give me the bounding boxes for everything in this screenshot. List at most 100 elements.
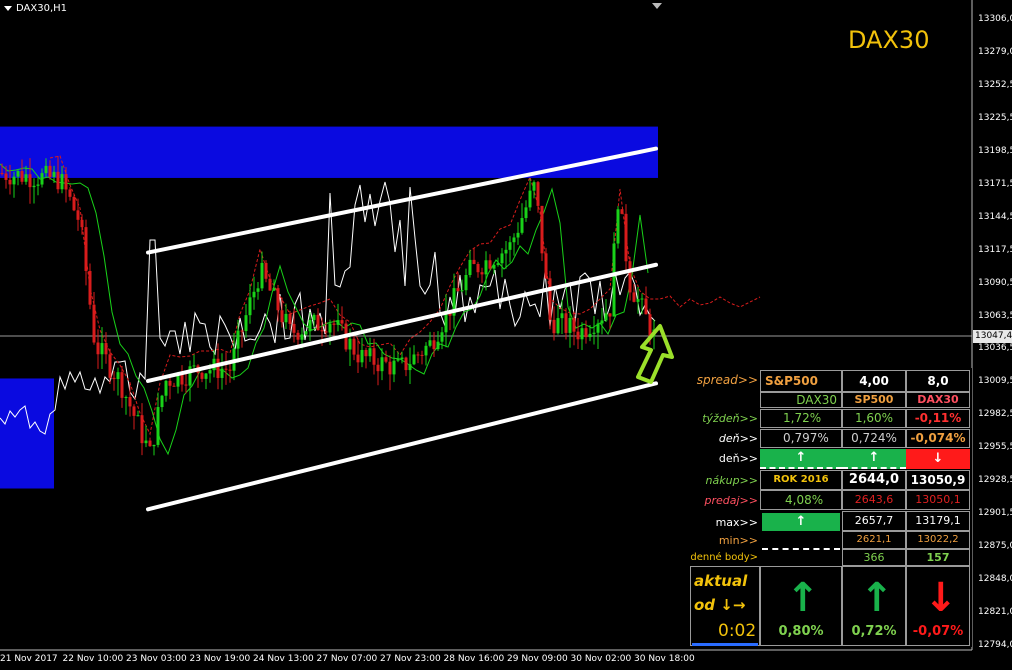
candle-body [56, 171, 60, 190]
candle-body [608, 313, 612, 317]
candle-body [268, 278, 272, 291]
candle-body [96, 342, 100, 355]
price-tick: 12821,0 [978, 607, 1012, 618]
candle-body [388, 361, 392, 375]
candle-body [128, 397, 132, 407]
candle-body [400, 357, 404, 360]
candle-body [4, 173, 8, 180]
info-panel: spread>> S&P500 4,00 8,0 DAX30 SP500 DAX… [690, 368, 972, 647]
col3-title: DAX30 [906, 392, 970, 408]
price-tick: 13225,5 [978, 112, 1012, 123]
candle-body [80, 219, 84, 228]
candle-body [616, 209, 620, 244]
candle-body [0, 173, 4, 175]
candle-body [300, 334, 304, 340]
arrow-up-icon: ↑ [786, 575, 820, 621]
candle-body [236, 330, 240, 349]
candle-body [164, 380, 168, 396]
candle-body [508, 242, 512, 250]
candle-body [320, 330, 324, 332]
col2-title: SP500 [842, 392, 906, 408]
day-dir-col2: ↑ [842, 449, 906, 469]
candle-body [244, 315, 248, 332]
candle-body [172, 385, 176, 387]
price-axis[interactable]: 13306,0 13279,0 13252,5 13225,5 13198,5 13171… [972, 0, 1012, 650]
sell-col1: 4,08% [760, 490, 842, 510]
price-tick: 13306,0 [978, 14, 1012, 24]
candle-body [464, 275, 468, 291]
day-pct-col1: 0,797% [760, 429, 842, 448]
price-tick: 12928,5 [978, 475, 1012, 486]
candle-body [584, 328, 588, 338]
max-label: max>> [715, 516, 758, 529]
price-tick: 13279,0 [978, 46, 1012, 57]
min-col3: 13022,2 [906, 531, 970, 549]
candle-body [104, 343, 108, 355]
candle-body [620, 209, 624, 214]
candle-body [140, 415, 144, 444]
candle-body [352, 338, 356, 355]
arrow-down-icon: ↓ [924, 575, 958, 621]
candle-body [532, 182, 536, 191]
candle-body [192, 365, 196, 367]
candle-body [312, 314, 316, 320]
candle-body [572, 317, 576, 332]
candle-body [316, 314, 320, 331]
candle-body [88, 270, 92, 305]
week-col3: -0,11% [906, 409, 970, 428]
candle-body [332, 323, 336, 325]
candle-body [240, 330, 244, 332]
current-price-tag: 13047,4 [973, 330, 1012, 343]
candle-body [484, 260, 488, 275]
price-tick: 13171,5 [978, 178, 1012, 189]
candle-body [396, 359, 400, 361]
time-tick: 27 Nov 23:00 [380, 654, 441, 664]
candle-body [644, 298, 648, 315]
candle-body [52, 171, 56, 177]
candle-body [548, 278, 552, 320]
max-col3: 13179,1 [906, 511, 970, 531]
candle-body [392, 360, 396, 375]
candle-body [596, 323, 600, 333]
buy-label: nákup>> [705, 474, 758, 487]
aktual-line1: aktual [694, 572, 748, 590]
candle-body [76, 210, 80, 220]
candle-body [8, 179, 12, 185]
candle-body [132, 406, 136, 416]
candle-body [628, 261, 632, 293]
total-col2: 0,72% [851, 624, 897, 639]
candle-body [108, 354, 112, 378]
candle-body [356, 354, 360, 363]
spread-dax: 8,0 [906, 370, 970, 392]
spread-sp500: 4,00 [842, 370, 906, 392]
candle-body [372, 348, 376, 365]
time-axis[interactable]: 21 Nov 2017 22 Nov 10:00 23 Nov 03:00 23 No… [0, 651, 972, 670]
candle-body [152, 444, 156, 447]
min-label: min>> [718, 534, 758, 547]
price-tick: 12875,0 [978, 541, 1012, 552]
candle-body [68, 189, 72, 197]
candle-body [472, 259, 476, 264]
candle-body [576, 331, 580, 340]
candle-body [64, 174, 68, 190]
dropdown-triangle-icon[interactable] [4, 5, 12, 11]
candle-body [544, 253, 548, 279]
candle-body [632, 292, 636, 302]
candle-body [504, 249, 508, 254]
time-tick: 21 Nov 2017 [0, 654, 58, 664]
candle-body [468, 259, 472, 276]
candle-body [208, 370, 212, 374]
price-tick: 13063,5 [978, 310, 1012, 321]
candle-body [600, 320, 604, 324]
candle-body [28, 174, 32, 188]
candle-body [380, 357, 384, 372]
candle-body [440, 332, 444, 342]
min-col1-empty [762, 532, 840, 550]
week-label: týždeň>> [702, 412, 758, 425]
candle-body [460, 290, 464, 292]
day-dir-label: deň>> [718, 452, 758, 465]
candle-body [480, 272, 484, 275]
candle-body [384, 357, 388, 362]
candle-body [100, 343, 104, 355]
price-tick: 12794,0 [978, 640, 1012, 650]
